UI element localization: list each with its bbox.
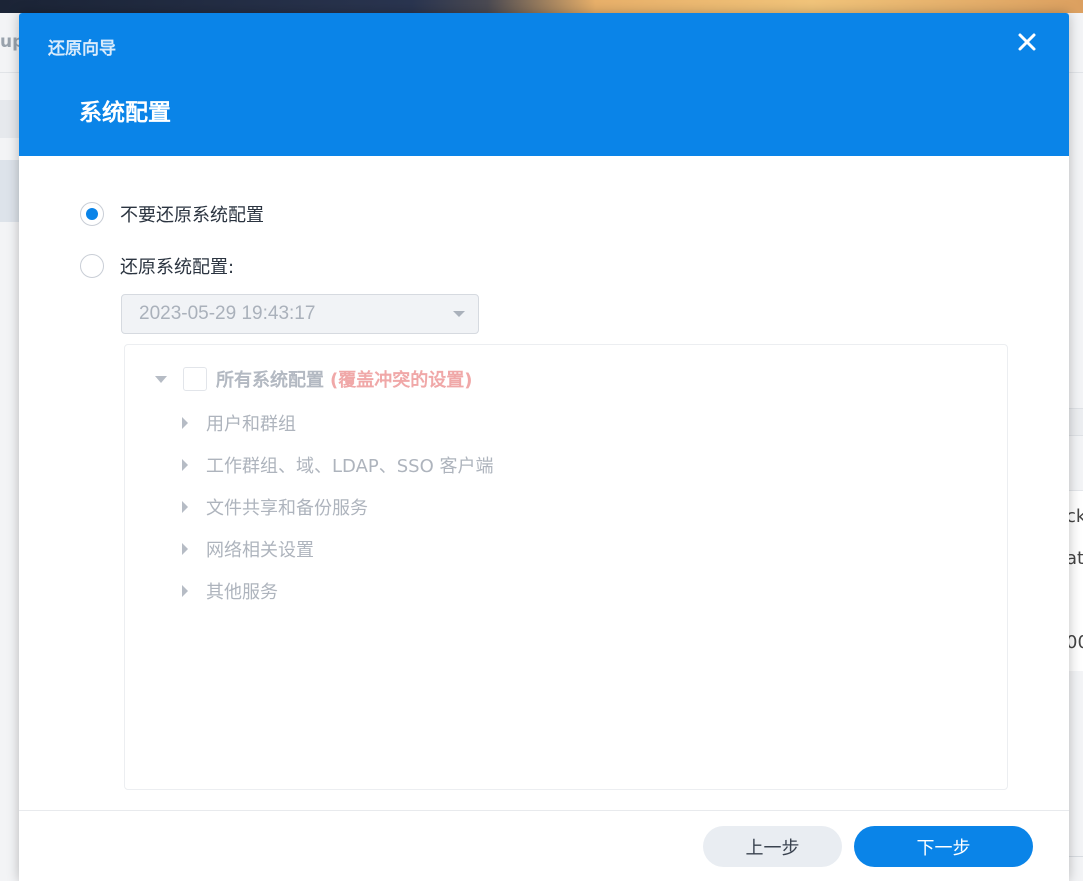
caret-down-icon[interactable] [155, 373, 167, 385]
tree-node[interactable]: 用户和群组 [181, 410, 296, 436]
background-banner [0, 0, 1083, 13]
tree-node-label: 用户和群组 [206, 414, 296, 435]
tree-node[interactable]: 网络相关设置 [181, 536, 314, 562]
footer-divider [19, 810, 1069, 811]
tree-node-all-config[interactable]: 所有系统配置 (覆盖冲突的设置) [155, 366, 472, 392]
chevron-down-icon [453, 311, 465, 317]
tree-node[interactable]: 其他服务 [181, 578, 278, 604]
caret-right-icon[interactable] [181, 459, 189, 471]
option-label: 不要还原系统配置 [120, 205, 264, 226]
tree-node-label: 其他服务 [206, 582, 278, 603]
close-icon [1018, 33, 1036, 51]
config-tree-panel: 所有系统配置 (覆盖冲突的设置) 用户和群组 工作群组、域、LDAP、SSO 客… [124, 344, 1008, 790]
dialog-header: 还原向导 系统配置 [19, 13, 1069, 156]
close-button[interactable] [1013, 28, 1041, 56]
tree-node-label: 文件共享和备份服务 [206, 498, 368, 519]
tree-node[interactable]: 文件共享和备份服务 [181, 494, 368, 520]
step-title: 系统配置 [79, 100, 171, 126]
overwrite-warning: (覆盖冲突的设置) [330, 370, 473, 391]
option-restore-system-config[interactable]: 还原系统配置: [80, 253, 234, 279]
radio-button-checked[interactable] [80, 202, 104, 226]
tree-node-label: 网络相关设置 [206, 540, 314, 561]
caret-right-icon[interactable] [181, 585, 189, 597]
wizard-title: 还原向导 [48, 39, 116, 59]
caret-right-icon[interactable] [181, 417, 189, 429]
restore-point-value: 2023-05-29 19:43:17 [139, 303, 316, 324]
caret-right-icon[interactable] [181, 543, 189, 555]
tree-node[interactable]: 工作群组、域、LDAP、SSO 客户端 [181, 452, 493, 478]
previous-button[interactable]: 上一步 [703, 826, 842, 867]
restore-point-select[interactable]: 2023-05-29 19:43:17 [121, 294, 479, 334]
background-table-header [1069, 408, 1083, 436]
tree-node-label: 工作群组、域、LDAP、SSO 客户端 [206, 456, 494, 477]
background-divider [1069, 856, 1083, 857]
background-sidebar-item-selected [0, 160, 19, 222]
background-sidebar-item [0, 100, 19, 138]
checkbox[interactable] [183, 367, 207, 391]
option-label: 还原系统配置: [120, 257, 235, 278]
next-button[interactable]: 下一步 [854, 826, 1033, 867]
tree-node-label: 所有系统配置 [216, 370, 324, 391]
caret-right-icon[interactable] [181, 501, 189, 513]
restore-wizard-dialog: 还原向导 系统配置 不要还原系统配置 还原系统配置: 2023-05-29 19… [19, 13, 1069, 881]
radio-button[interactable] [80, 254, 104, 278]
option-do-not-restore[interactable]: 不要还原系统配置 [80, 201, 264, 227]
background-window-title: up [0, 32, 19, 52]
